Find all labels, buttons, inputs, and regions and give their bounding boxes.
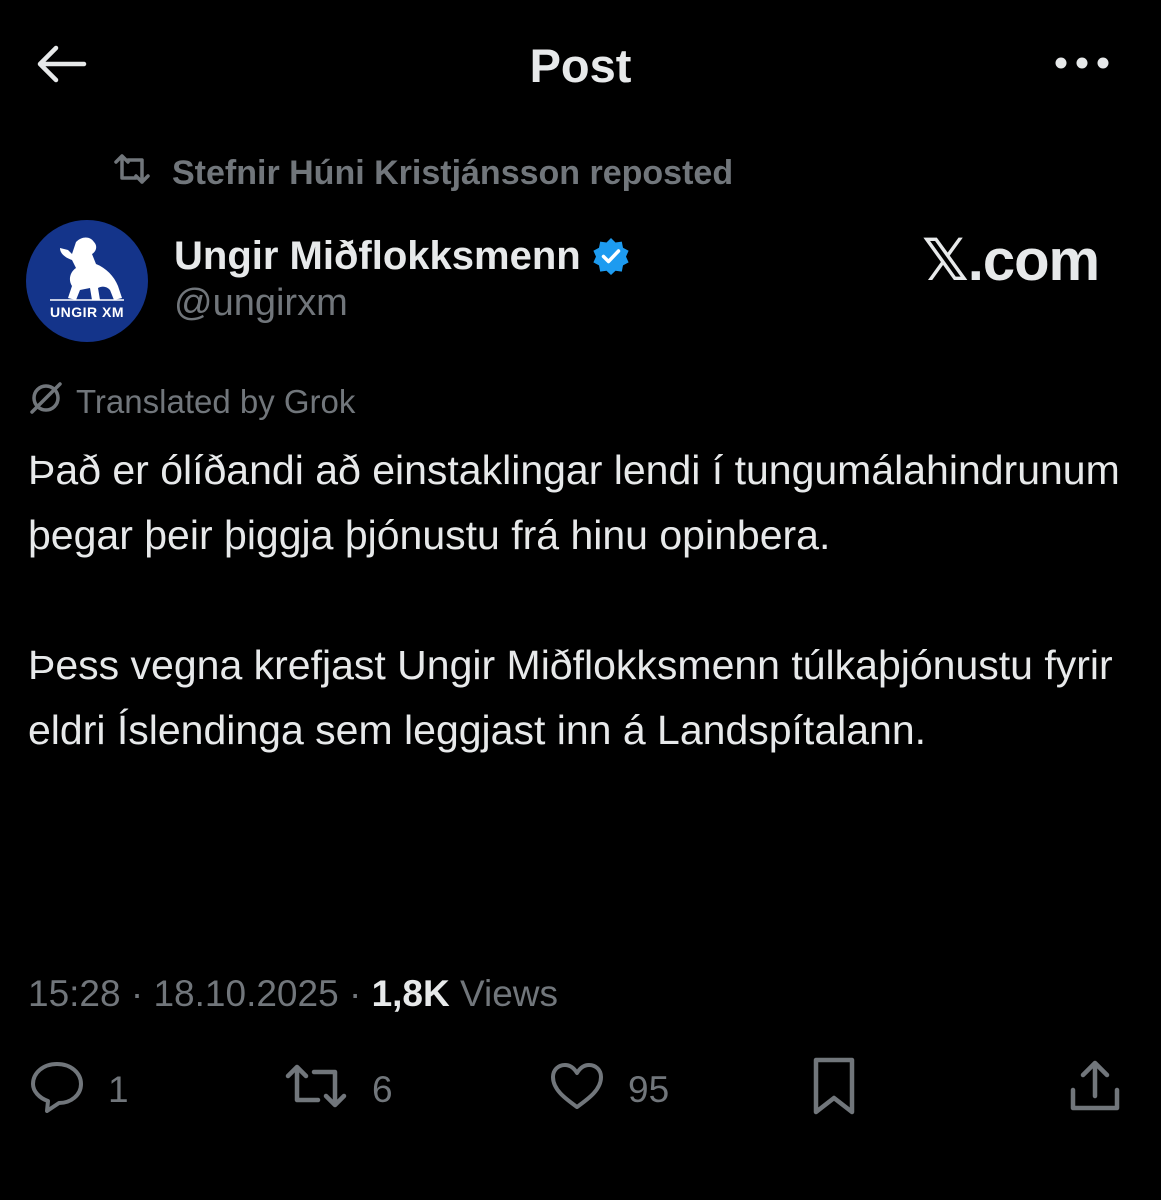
repost-icon	[110, 151, 172, 196]
horse-logo-icon	[50, 237, 124, 301]
translation-notice[interactable]: Translated by Grok	[26, 378, 355, 426]
reply-button[interactable]: 1	[28, 1058, 129, 1122]
post-meta: 15:28 · 18.10.2025 · 1,8K Views	[28, 966, 558, 1022]
like-button[interactable]: 95	[548, 1058, 669, 1122]
post-text: Það er ólíðandi að einstaklingar lendi í…	[28, 438, 1138, 763]
views-label: Views	[449, 973, 559, 1014]
translation-label: Translated by Grok	[76, 383, 356, 420]
more-horizontal-icon	[1054, 56, 1110, 75]
meta-separator: ·	[120, 973, 154, 1014]
bookmark-button[interactable]	[808, 1056, 860, 1125]
post-paragraph-1: Það er ólíðandi að einstaklingar lendi í…	[28, 447, 1120, 558]
page-title: Post	[529, 39, 632, 92]
author-handle[interactable]: @ungirxm	[174, 282, 348, 325]
verified-badge-icon	[591, 236, 631, 276]
views-count: 1,8K	[371, 973, 450, 1014]
grok-icon	[26, 378, 76, 426]
bookmark-icon	[808, 1056, 860, 1125]
share-button[interactable]	[1066, 1058, 1124, 1122]
meta-separator: ·	[338, 973, 372, 1014]
post-date[interactable]: 18.10.2025	[153, 973, 338, 1015]
arrow-left-icon	[32, 44, 88, 89]
like-count: 95	[628, 1069, 670, 1110]
repost-indicator[interactable]: Stefnir Húni Kristjánsson reposted	[110, 150, 733, 196]
avatar[interactable]: UNGIR XM	[26, 220, 148, 342]
repost-icon	[282, 1060, 350, 1121]
repost-count: 6	[372, 1069, 393, 1110]
site-watermark: 𝕏.com	[922, 228, 1100, 293]
post-paragraph-2: Þess vegna krefjast Ungir Miðflokksmenn …	[28, 642, 1113, 753]
share-icon	[1066, 1058, 1124, 1123]
repost-button[interactable]: 6	[282, 1058, 393, 1122]
back-button[interactable]	[28, 38, 92, 94]
like-icon	[548, 1060, 606, 1121]
reply-icon	[28, 1059, 86, 1122]
avatar-label: UNGIR XM	[50, 304, 124, 320]
author-name-text: Ungir Miðflokksmenn	[174, 233, 581, 278]
reply-count: 1	[108, 1069, 129, 1110]
more-options-button[interactable]	[1042, 40, 1122, 90]
repost-label: Stefnir Húni Kristjánsson reposted	[172, 153, 734, 192]
post-time[interactable]: 15:28	[28, 973, 121, 1015]
author-display-name[interactable]: Ungir Miðflokksmenn	[174, 228, 631, 284]
